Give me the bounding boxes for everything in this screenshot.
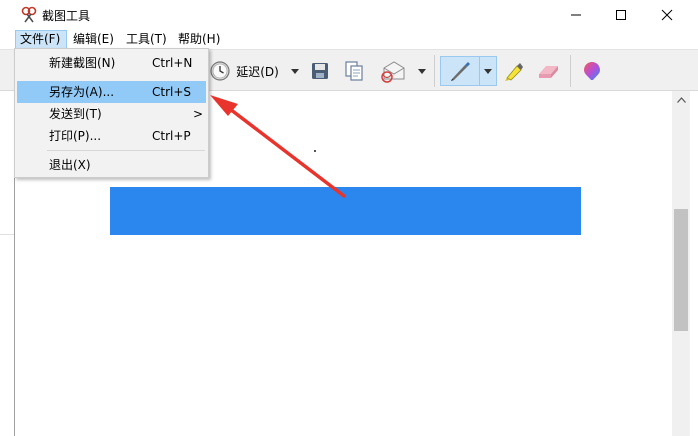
send-email-icon	[381, 61, 405, 83]
paint3d-button[interactable]	[578, 56, 606, 86]
menu-bar: 文件(F) 编辑(E) 工具(T) 帮助(H)	[0, 30, 698, 49]
chevron-up-icon	[676, 97, 686, 103]
send-dropdown-arrow[interactable]	[415, 56, 429, 86]
toolbar-separator	[434, 55, 435, 87]
copy-icon	[345, 61, 363, 81]
chevron-down-icon	[291, 68, 299, 74]
highlighter-button[interactable]	[500, 56, 528, 86]
delay-dropdown-arrow[interactable]	[288, 56, 302, 86]
scroll-thumb[interactable]	[674, 209, 688, 331]
menu-item-label: 发送到(T)	[49, 107, 102, 121]
minimize-button[interactable]	[553, 0, 599, 30]
menu-item-shortcut: Ctrl+P	[152, 129, 191, 143]
window-title: 截图工具	[42, 9, 91, 23]
delay-button[interactable]: 延迟(D)	[206, 56, 282, 86]
canvas-dot	[314, 150, 316, 152]
file-menu-dropdown: 新建截图(N) Ctrl+N 另存为(A)... Ctrl+S 发送到(T) >…	[14, 48, 209, 178]
highlighter-icon	[505, 63, 523, 81]
chevron-down-icon	[418, 68, 426, 74]
snipping-tool-window: 截图工具 文件(F) 编辑(E) 工具(T) 帮助(H) 延迟(D) 新建截图(…	[0, 0, 698, 436]
vertical-scrollbar[interactable]	[672, 91, 690, 436]
pen-button[interactable]	[440, 56, 480, 86]
title-bar: 截图工具	[0, 0, 698, 30]
close-icon	[661, 9, 673, 21]
menu-item-label: 打印(P)...	[49, 129, 102, 143]
submenu-arrow-icon: >	[193, 107, 204, 121]
left-margin	[0, 91, 14, 436]
captured-image	[110, 187, 581, 235]
send-email-button[interactable]	[374, 56, 410, 86]
delay-label: 延迟(D)	[236, 64, 279, 79]
clock-icon	[210, 61, 230, 81]
scroll-up-button[interactable]	[672, 91, 690, 109]
toolbar-separator	[570, 55, 571, 87]
maximize-button[interactable]	[598, 0, 644, 30]
minimize-icon	[571, 14, 581, 16]
menu-item-label: 另存为(A)...	[49, 85, 115, 99]
close-button[interactable]	[644, 0, 690, 30]
menu-tools[interactable]: 工具(T)	[122, 30, 171, 49]
eraser-button[interactable]	[533, 56, 563, 86]
pen-icon	[451, 62, 470, 81]
maximize-icon	[616, 10, 626, 20]
snipping-tool-icon	[21, 6, 37, 23]
save-icon	[312, 63, 328, 79]
copy-button[interactable]	[340, 56, 368, 86]
menu-item-exit[interactable]: 退出(X)	[17, 154, 206, 176]
menu-item-label: 新建截图(N)	[49, 56, 116, 70]
menu-item-shortcut: Ctrl+N	[152, 56, 193, 70]
paint3d-icon	[584, 62, 600, 80]
chevron-down-icon	[484, 68, 492, 74]
eraser-icon	[539, 66, 558, 78]
menu-item-new-snip[interactable]: 新建截图(N) Ctrl+N	[17, 52, 206, 74]
divider	[0, 234, 14, 235]
menu-separator	[47, 150, 205, 151]
menu-item-shortcut: Ctrl+S	[152, 85, 192, 99]
pen-dropdown-arrow[interactable]	[480, 56, 497, 86]
menu-edit[interactable]: 编辑(E)	[69, 30, 118, 49]
menu-item-send-to[interactable]: 发送到(T) >	[17, 103, 206, 125]
menu-item-save-as[interactable]: 另存为(A)... Ctrl+S	[17, 81, 206, 103]
menu-item-print[interactable]: 打印(P)... Ctrl+P	[17, 125, 206, 147]
menu-item-label: 退出(X)	[49, 158, 91, 172]
save-button[interactable]	[306, 56, 334, 86]
menu-file[interactable]: 文件(F)	[15, 30, 67, 49]
menu-help[interactable]: 帮助(H)	[174, 30, 224, 49]
